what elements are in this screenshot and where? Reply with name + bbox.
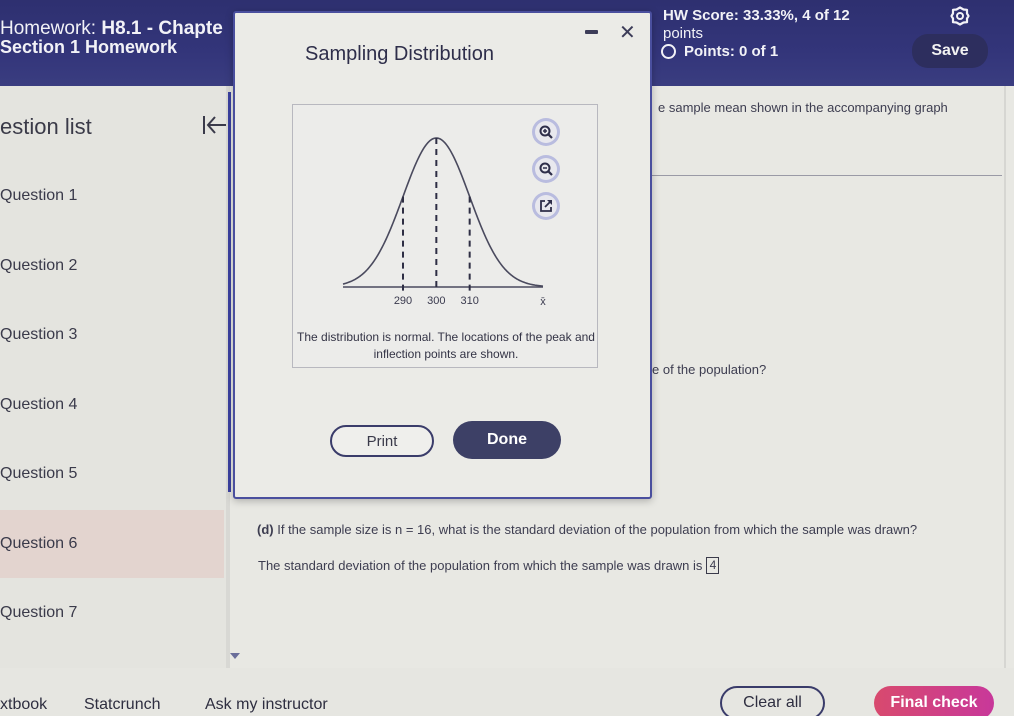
question-list-title: estion list [0,114,92,139]
sidebar-item-question-4[interactable]: Question 4 [0,371,224,439]
x-tick-label: 290 [394,295,412,307]
final-check-button[interactable]: Final check [874,686,994,716]
panel-edge [1004,86,1006,668]
sidebar-scrollbar[interactable] [228,92,231,492]
answer-prefix: The standard deviation of the population… [258,558,703,573]
distribution-figure: 290 300 310 x̄ The distribution is norma… [292,104,598,368]
done-button[interactable]: Done [453,421,561,459]
clear-all-button[interactable]: Clear all [720,686,825,716]
incomplete-circle-icon [661,44,676,59]
hw-score-unit: points [663,25,704,42]
question-label: Question 6 [0,534,78,552]
section-title: Section 1 Homework [0,37,178,57]
hw-score-value: HW Score: 33.33%, 4 of 12 [663,7,850,24]
gear-icon[interactable] [950,6,970,26]
minimize-icon[interactable] [585,30,598,34]
textbook-link[interactable]: xtbook [0,696,47,714]
close-icon[interactable]: ✕ [619,23,636,43]
zoom-out-icon [539,162,553,176]
points-status: Points: 0 of 1 [661,43,778,60]
statcrunch-link[interactable]: Statcrunch [84,696,160,714]
sidebar-item-question-5[interactable]: Question 5 [0,440,224,508]
figure-caption: The distribution is normal. The location… [297,330,595,361]
question-label: Question 5 [0,465,78,482]
x-tick-label: 300 [427,295,445,307]
question-label: Question 3 [0,326,78,343]
zoom-out-button[interactable] [535,158,557,180]
question-label: Question 2 [0,256,78,274]
homework-prefix: Homework: [0,18,97,39]
x-axis-label: x̄ [540,296,546,308]
sidebar-item-question-1[interactable]: Question 1 [0,162,224,230]
answer-input[interactable]: 4 [706,557,720,574]
print-button[interactable]: Print [330,425,434,457]
zoom-in-button[interactable] [535,121,557,143]
x-tick-label: 310 [460,295,478,307]
homework-title: Homework: H8.1 - Chapte [0,19,223,38]
question-label: Question 1 [0,187,78,204]
answer-divider [652,175,1002,176]
sidebar-item-question-6[interactable]: Question 6 [0,509,224,578]
part-d-label: (d) [257,522,274,537]
collapse-left-icon[interactable] [200,113,228,137]
dialog-title: Sampling Distribution [305,43,494,65]
ask-instructor-link[interactable]: Ask my instructor [205,696,328,714]
zoom-in-icon [539,125,553,139]
scroll-down-icon[interactable] [230,653,240,659]
sampling-distribution-dialog: Sampling Distribution ✕ 290 300 310 x̄ T… [233,11,652,499]
normal-curve [342,137,544,287]
sidebar-item-question-7[interactable]: Question 7 [0,579,224,647]
hw-score: HW Score: 33.33%, 4 of 12 points [663,7,850,43]
question-text-partial: e sample mean shown in the accompanying … [658,100,948,115]
question-label: Question 7 [0,604,78,621]
part-d-question: (d) If the sample size is n = 16, what i… [257,522,917,537]
sidebar-item-question-2[interactable]: Question 2 [0,232,224,300]
question-text-partial-2: e of the population? [652,362,767,377]
answer-row: The standard deviation of the population… [258,557,720,574]
question-label: Question 4 [0,395,78,413]
open-external-button[interactable] [535,195,557,217]
points-value: Points: 0 of 1 [684,43,779,60]
part-d-text: If the sample size is n = 16, what is th… [277,522,918,537]
save-button[interactable]: Save [912,34,988,68]
open-external-icon [540,200,552,212]
sidebar-item-question-3[interactable]: Question 3 [0,301,224,369]
homework-name: H8.1 - Chapte [101,18,223,39]
